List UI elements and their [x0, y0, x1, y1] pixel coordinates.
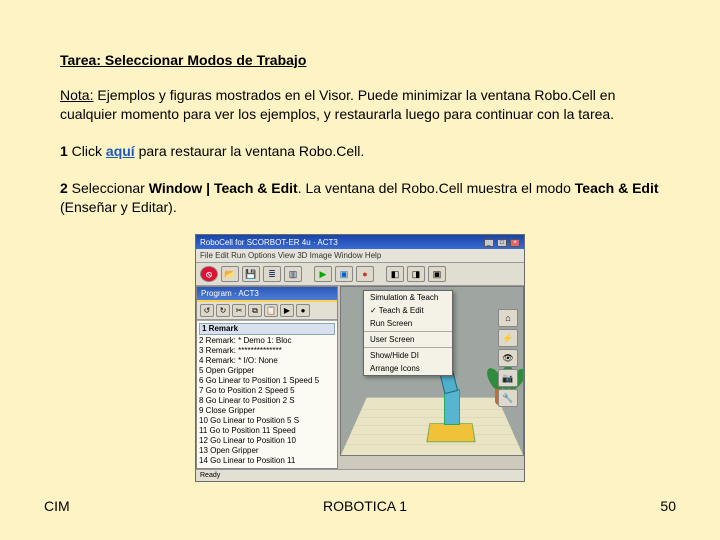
- mt-play-icon[interactable]: ▶: [280, 304, 294, 317]
- program-line[interactable]: 12 Go Linear to Position 10: [199, 436, 335, 446]
- note-label: Nota:: [60, 87, 93, 103]
- step-2-mode: Teach & Edit: [575, 180, 659, 196]
- menu-bar[interactable]: File Edit Run Options View 3D Image Wind…: [196, 249, 524, 263]
- mt-redo-icon[interactable]: ↻: [216, 304, 230, 317]
- menu-item[interactable]: Arrange Icons: [364, 362, 452, 375]
- step-2-mid: . La ventana del Robo.Cell muestra el mo…: [298, 180, 575, 196]
- program-line[interactable]: 2 Remark: * Demo 1: Bloc: [199, 336, 335, 346]
- toolbar: ⦸ 📂 💾 ≣ ▥ ▶ ▣ ● ◧ ◨ ▣: [196, 263, 524, 286]
- window-titlebar: RoboCell for SCORBOT-ER 4u · ACT3 _ □ ×: [196, 235, 524, 249]
- vt-tool-icon[interactable]: 🔧: [498, 389, 518, 407]
- program-header: 1 Remark: [199, 323, 335, 335]
- menu-item[interactable]: User Screen: [364, 333, 452, 346]
- status-left: Ready: [200, 472, 220, 479]
- view3-button[interactable]: ▣: [428, 266, 446, 282]
- stop-button[interactable]: ⦸: [200, 266, 218, 282]
- step-button[interactable]: ▣: [335, 266, 353, 282]
- step-1-post: para restaurar la ventana Robo.Cell.: [135, 143, 365, 159]
- vt-eye-icon[interactable]: 👁: [498, 349, 518, 367]
- menu-item[interactable]: Run Screen: [364, 317, 452, 330]
- menu-item[interactable]: Simulation & Teach: [364, 291, 452, 304]
- close-icon[interactable]: ×: [510, 239, 520, 247]
- step-2-pre: Seleccionar: [68, 180, 149, 196]
- menu-item[interactable]: Show/Hide DI: [364, 349, 452, 362]
- step-2-menuitem: Window | Teach & Edit: [149, 180, 298, 196]
- step-2: 2 Seleccionar Window | Teach & Edit. La …: [60, 179, 660, 217]
- program-line[interactable]: 9 Close Gripper: [199, 406, 335, 416]
- mt-undo-icon[interactable]: ↺: [200, 304, 214, 317]
- program-line[interactable]: 13 Open Gripper: [199, 446, 335, 456]
- menu-item-checked[interactable]: Teach & Edit: [364, 304, 452, 317]
- window-title: RoboCell for SCORBOT-ER 4u · ACT3: [200, 238, 338, 247]
- program-line[interactable]: 14 Go Linear to Position 11: [199, 456, 335, 466]
- program-line[interactable]: 11 Go to Position 11 Speed: [199, 426, 335, 436]
- note-paragraph: Nota: Ejemplos y figuras mostrados en el…: [60, 86, 660, 124]
- grid-button[interactable]: ▥: [284, 266, 302, 282]
- program-tab[interactable]: Program · ACT3: [197, 287, 337, 302]
- vt-cam-icon[interactable]: 📷: [498, 369, 518, 387]
- footer-center: ROBOTICA 1: [323, 498, 407, 514]
- program-line[interactable]: 5 Open Gripper: [199, 366, 335, 376]
- menu-separator: [364, 347, 452, 348]
- open-button[interactable]: 📂: [221, 266, 239, 282]
- program-line[interactable]: 3 Remark: **************: [199, 346, 335, 356]
- vt-bolt-icon[interactable]: ⚡: [498, 329, 518, 347]
- viewport-toolbar: ⌂ ⚡ 👁 📷 🔧: [498, 309, 520, 407]
- mt-rec-icon[interactable]: ●: [296, 304, 310, 317]
- step-2-num: 2: [60, 180, 68, 196]
- vt-home-icon[interactable]: ⌂: [498, 309, 518, 327]
- slide-footer: CIM ROBOTICA 1 50: [0, 498, 720, 514]
- note-body: Ejemplos y figuras mostrados en el Visor…: [60, 87, 615, 122]
- step-2-post: (Enseñar y Editar).: [60, 199, 177, 215]
- step-1: 1 Click aquí para restaurar la ventana R…: [60, 142, 660, 161]
- program-line[interactable]: 7 Go to Position 2 Speed 5: [199, 386, 335, 396]
- program-list[interactable]: 1 Remark 2 Remark: * Demo 1: Bloc 3 Rema…: [197, 320, 337, 468]
- mt-cut-icon[interactable]: ✂: [232, 304, 246, 317]
- program-line[interactable]: 10 Go Linear to Position 5 S: [199, 416, 335, 426]
- status-bar: Ready: [196, 469, 524, 481]
- task-title: Tarea: Seleccionar Modos de Trabajo: [60, 52, 660, 68]
- mt-paste-icon[interactable]: 📋: [264, 304, 278, 317]
- maximize-icon[interactable]: □: [497, 239, 507, 247]
- window-menu-dropdown[interactable]: Simulation & Teach Teach & Edit Run Scre…: [363, 290, 453, 376]
- list-button[interactable]: ≣: [263, 266, 281, 282]
- step-1-pre: Click: [68, 143, 106, 159]
- 3d-viewport[interactable]: Simulation & Teach Teach & Edit Run Scre…: [340, 286, 524, 456]
- minimize-icon[interactable]: _: [484, 239, 494, 247]
- footer-left: CIM: [44, 498, 70, 514]
- screenshot-robocell: RoboCell for SCORBOT-ER 4u · ACT3 _ □ × …: [195, 234, 525, 482]
- program-toolbar: ↺ ↻ ✂ ⧉ 📋 ▶ ●: [197, 302, 337, 320]
- menu-separator: [364, 331, 452, 332]
- footer-right: 50: [660, 498, 676, 514]
- view1-button[interactable]: ◧: [386, 266, 404, 282]
- run-button[interactable]: ▶: [314, 266, 332, 282]
- mt-copy-icon[interactable]: ⧉: [248, 304, 262, 317]
- view2-button[interactable]: ◨: [407, 266, 425, 282]
- program-line[interactable]: 8 Go Linear to Position 2 S: [199, 396, 335, 406]
- record-button[interactable]: ●: [356, 266, 374, 282]
- step-1-num: 1: [60, 143, 68, 159]
- program-line[interactable]: 4 Remark: * I/O: None: [199, 356, 335, 366]
- program-line[interactable]: 6 Go Linear to Position 1 Speed 5: [199, 376, 335, 386]
- restore-link[interactable]: aquí: [106, 143, 135, 159]
- program-panel: Program · ACT3 ↺ ↻ ✂ ⧉ 📋 ▶ ● 1 Remark 2 …: [196, 286, 338, 469]
- save-button[interactable]: 💾: [242, 266, 260, 282]
